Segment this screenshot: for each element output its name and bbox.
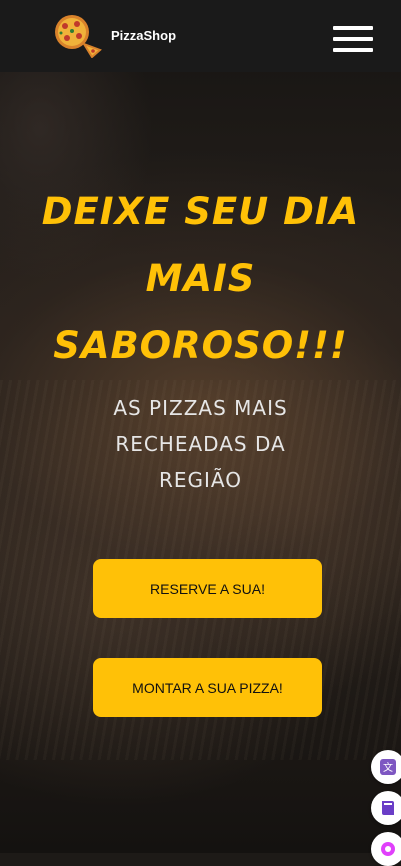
hero-subtitle-line: RECHEADAS DA xyxy=(115,432,286,456)
book-icon[interactable] xyxy=(371,791,401,825)
hero-title: DEIXE SEU DIA MAIS SABOROSO!!! xyxy=(20,178,381,379)
hamburger-menu-icon[interactable] xyxy=(333,26,373,52)
hero-subtitle: AS PIZZAS MAIS RECHEADAS DA REGIÃO xyxy=(60,390,341,498)
brand-name[interactable]: PizzaShop xyxy=(111,28,176,43)
hero-subtitle-line: AS PIZZAS MAIS xyxy=(113,396,288,420)
pizza-logo-icon[interactable] xyxy=(48,14,104,59)
build-pizza-button[interactable]: MONTAR A SUA PIZZA! xyxy=(93,658,322,717)
hero-title-line: SABOROSO!!! xyxy=(53,324,348,367)
reserve-button[interactable]: RESERVE A SUA! xyxy=(93,559,322,618)
hero-title-line: DEIXE SEU DIA xyxy=(41,190,360,233)
top-navbar: PizzaShop xyxy=(0,0,401,72)
svg-text:文: 文 xyxy=(383,761,393,774)
assistant-icon[interactable] xyxy=(371,832,401,866)
translate-icon[interactable]: 文 xyxy=(371,750,401,784)
hero-title-line: MAIS xyxy=(145,257,256,300)
hero-subtitle-line: REGIÃO xyxy=(158,468,242,492)
